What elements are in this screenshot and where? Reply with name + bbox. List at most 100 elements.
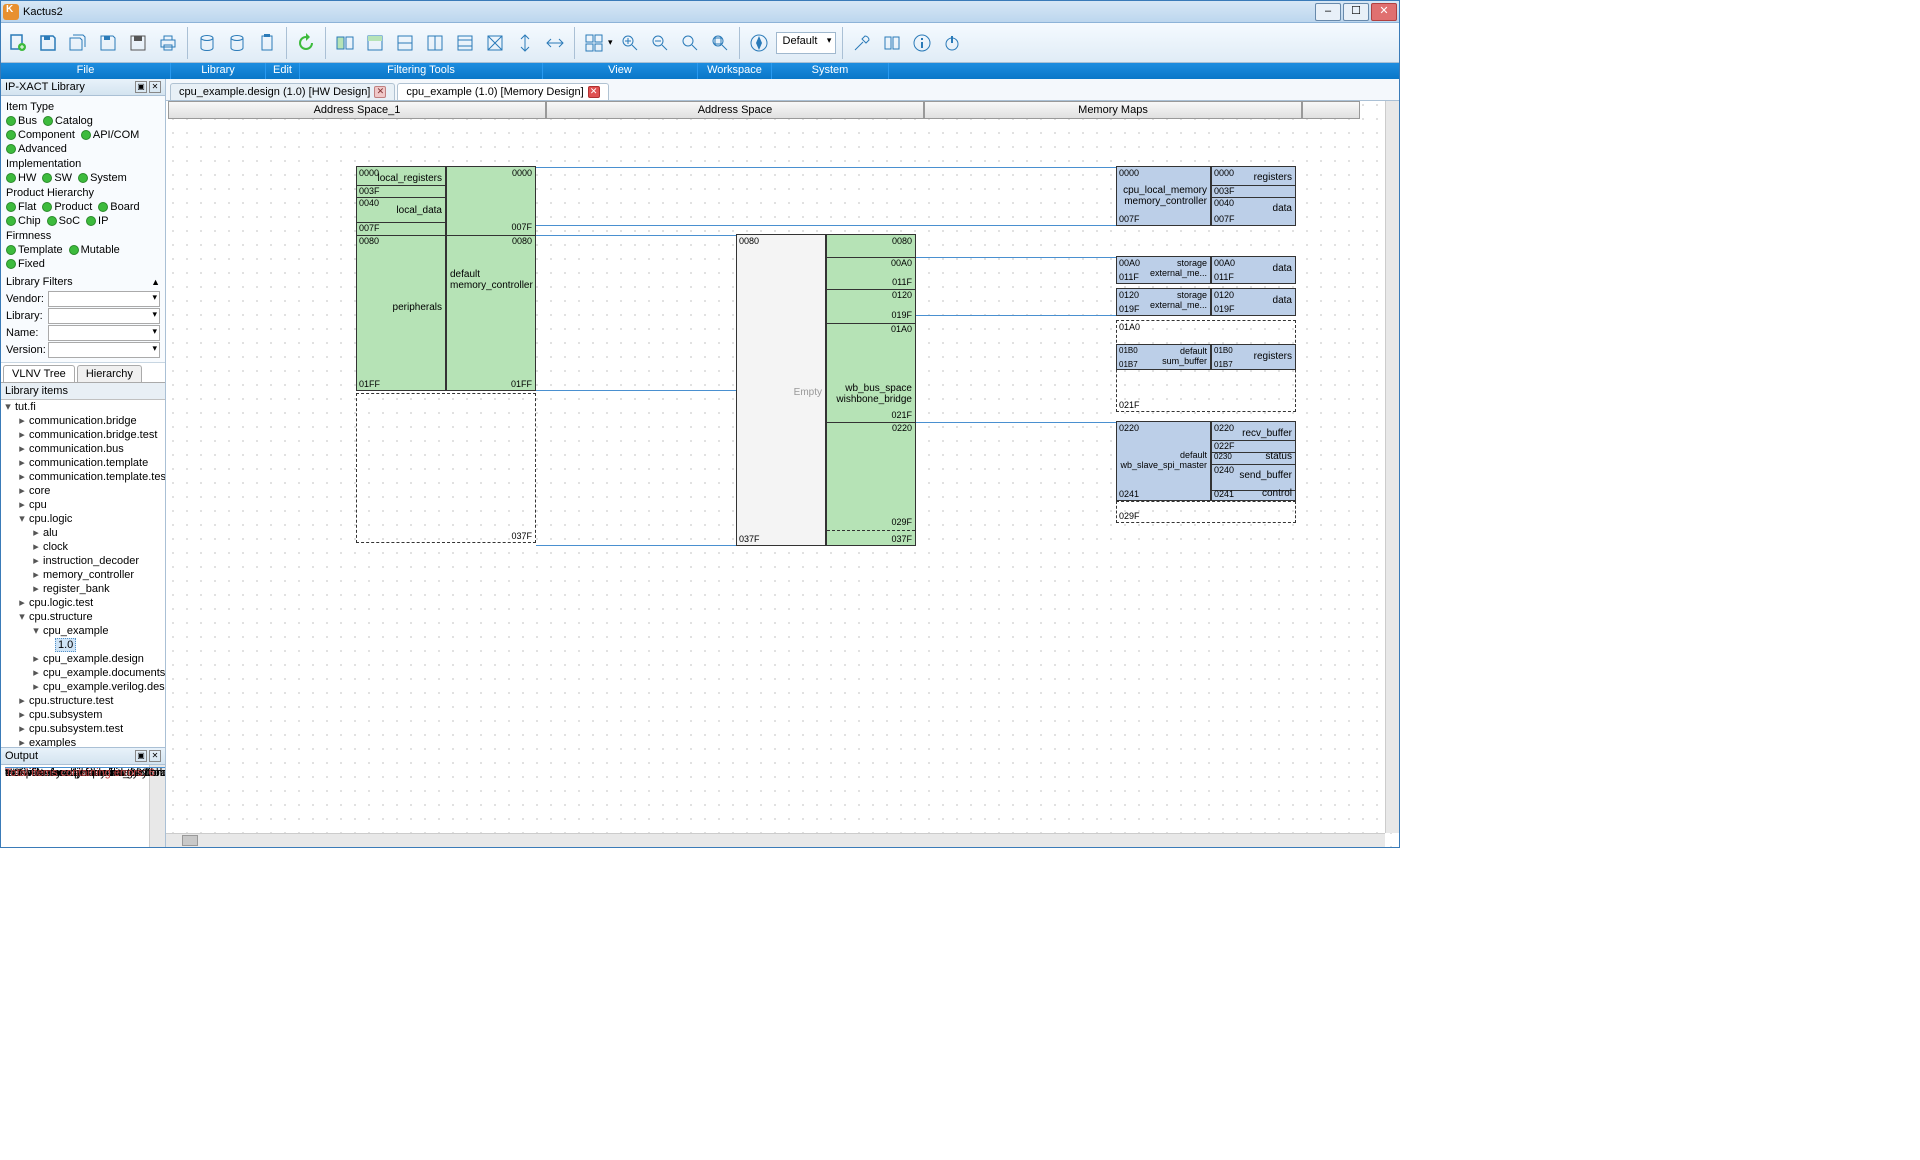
workspace-select[interactable]: Default [776, 32, 837, 54]
floppy-icon[interactable] [125, 28, 151, 58]
mm-ext2-r[interactable]: 0120 data 019F [1211, 288, 1296, 316]
filter-sw[interactable]: SW [42, 172, 72, 184]
mm-ext2[interactable]: 0120 storage external_me... 019F [1116, 288, 1211, 316]
mm-sum[interactable]: 01B0 default sum_buffer 01B7 [1116, 344, 1211, 370]
tree-twisty[interactable]: ▸ [31, 680, 41, 694]
tree-twisty[interactable]: ▸ [17, 708, 27, 722]
filter-hw[interactable]: HW [6, 172, 36, 184]
tree-twisty[interactable]: ▸ [17, 736, 27, 747]
as1-block[interactable]: 0000 local_registers 003F 0040 local_dat… [356, 166, 446, 391]
layout-icon[interactable] [581, 28, 607, 58]
compass-icon[interactable] [746, 28, 772, 58]
tree-node[interactable]: cpu_example.documents [41, 667, 165, 679]
tab-hierarchy[interactable]: Hierarchy [77, 365, 142, 382]
tree-node[interactable]: instruction_decoder [41, 555, 141, 567]
zoom-out-icon[interactable] [647, 28, 673, 58]
panel-float-button[interactable]: ▣ [135, 81, 147, 93]
filter-product[interactable]: Product [42, 201, 92, 213]
filter1-icon[interactable] [332, 28, 358, 58]
filter-ip[interactable]: IP [86, 215, 108, 227]
tree-node[interactable]: communication.template.test [27, 471, 165, 483]
filter-flat[interactable]: Flat [6, 201, 36, 213]
print-icon[interactable] [155, 28, 181, 58]
mm-cpu-local-right[interactable]: 0000 registers 003F 0040 data 007F [1211, 166, 1296, 226]
mm-cpu-local[interactable]: 0000 cpu_local_memory memory_controller … [1116, 166, 1211, 226]
filter6-icon[interactable] [482, 28, 508, 58]
output-close-button[interactable]: ✕ [149, 750, 161, 762]
tree-node[interactable]: cpu.subsystem [27, 709, 104, 721]
clipboard-icon[interactable] [254, 28, 280, 58]
tree-node[interactable]: cpu_example.design [41, 653, 146, 665]
filter-vendor-combo[interactable] [48, 291, 160, 307]
col-header-4[interactable] [1302, 101, 1360, 119]
filter4-icon[interactable] [422, 28, 448, 58]
output-float-button[interactable]: ▣ [135, 750, 147, 762]
filter-chip[interactable]: Chip [6, 215, 41, 227]
col-header-2[interactable]: Address Space [546, 101, 924, 119]
tree-twisty[interactable]: ▸ [17, 414, 27, 428]
save-as-icon[interactable] [95, 28, 121, 58]
filter-library-combo[interactable] [48, 308, 160, 324]
refresh-icon[interactable] [293, 28, 319, 58]
design-canvas[interactable]: Address Space_1 Address Space Memory Map… [166, 101, 1399, 847]
filter-fixed[interactable]: Fixed [6, 258, 45, 270]
power-icon[interactable] [939, 28, 965, 58]
panel-close-button[interactable]: ✕ [149, 81, 161, 93]
mm-sum-r[interactable]: 01B0 registers 01B7 [1211, 344, 1296, 370]
tree-node[interactable]: communication.bus [27, 443, 126, 455]
tree-node[interactable]: cpu_example.verilog.des... [41, 681, 165, 693]
filter-bus[interactable]: Bus [6, 115, 37, 127]
tree-twisty[interactable]: ▾ [17, 512, 27, 526]
mm-ext1[interactable]: 00A0 storage external_me... 011F [1116, 256, 1211, 284]
db2-icon[interactable] [224, 28, 250, 58]
tree-twisty[interactable]: ▸ [17, 498, 27, 512]
save-all-icon[interactable] [65, 28, 91, 58]
filter-name-combo[interactable] [48, 325, 160, 341]
filter-component[interactable]: Component [6, 129, 75, 141]
tab-close-icon[interactable]: ✕ [374, 86, 386, 98]
filter7-icon[interactable] [512, 28, 538, 58]
tree-node[interactable]: cpu.logic.test [27, 597, 95, 609]
tree-node[interactable]: communication.bridge [27, 415, 139, 427]
tree-node[interactable]: cpu_example [41, 625, 110, 637]
tree-node[interactable]: cpu.structure.test [27, 695, 115, 707]
mm-spi-r[interactable]: 0220 recv_buffer 022F 0230 status 0240 s… [1211, 421, 1296, 501]
tab-close-icon[interactable]: ✕ [588, 86, 600, 98]
tree-twisty[interactable]: ▸ [17, 484, 27, 498]
tree-twisty[interactable]: ▸ [17, 456, 27, 470]
minimize-button[interactable]: – [1315, 3, 1341, 21]
tree-node[interactable]: cpu.structure [27, 611, 95, 623]
tree-twisty[interactable]: ▸ [31, 540, 41, 554]
tree-node[interactable]: cpu.logic [27, 513, 74, 525]
tree-twisty[interactable]: ▾ [17, 610, 27, 624]
filter3-icon[interactable] [392, 28, 418, 58]
canvas-v-scrollbar[interactable] [1385, 101, 1399, 833]
tree-twisty[interactable]: ▸ [31, 568, 41, 582]
filter-advanced[interactable]: Advanced [6, 143, 67, 155]
library-tree[interactable]: ▾tut.fi▸communication.bridge▸communicati… [1, 400, 165, 747]
tree-twisty[interactable]: ▸ [31, 582, 41, 596]
tree-node[interactable]: clock [41, 541, 70, 553]
filter-mutable[interactable]: Mutable [69, 244, 120, 256]
tree-twisty[interactable]: ▸ [31, 554, 41, 568]
tree-twisty[interactable]: ▸ [17, 596, 27, 610]
zoom-reset-icon[interactable] [677, 28, 703, 58]
filter-template[interactable]: Template [6, 244, 63, 256]
zoom-in-icon[interactable] [617, 28, 643, 58]
tree-twisty[interactable]: ▸ [31, 652, 41, 666]
document-tab[interactable]: cpu_example.design (1.0) [HW Design]✕ [170, 83, 395, 100]
tree-twisty[interactable]: ▾ [3, 400, 13, 414]
filter2-icon[interactable] [362, 28, 388, 58]
tree-node[interactable]: tut.fi [13, 401, 38, 413]
canvas-h-scrollbar[interactable] [166, 833, 1385, 847]
mm-spi[interactable]: 0220 default wb_slave_spi_master 0241 [1116, 421, 1211, 501]
col-header-3[interactable]: Memory Maps [924, 101, 1302, 119]
tree-twisty[interactable]: ▸ [17, 428, 27, 442]
tree-node[interactable]: alu [41, 527, 60, 539]
tree-twisty[interactable]: ▸ [31, 526, 41, 540]
filter-board[interactable]: Board [98, 201, 139, 213]
filter-soc[interactable]: SoC [47, 215, 80, 227]
as2-wb[interactable]: 0080 00A0 011F 0120 019F 01A0 wb_bus_spa… [826, 234, 916, 546]
filter-version-combo[interactable] [48, 342, 160, 358]
tree-node[interactable]: examples [27, 737, 78, 747]
